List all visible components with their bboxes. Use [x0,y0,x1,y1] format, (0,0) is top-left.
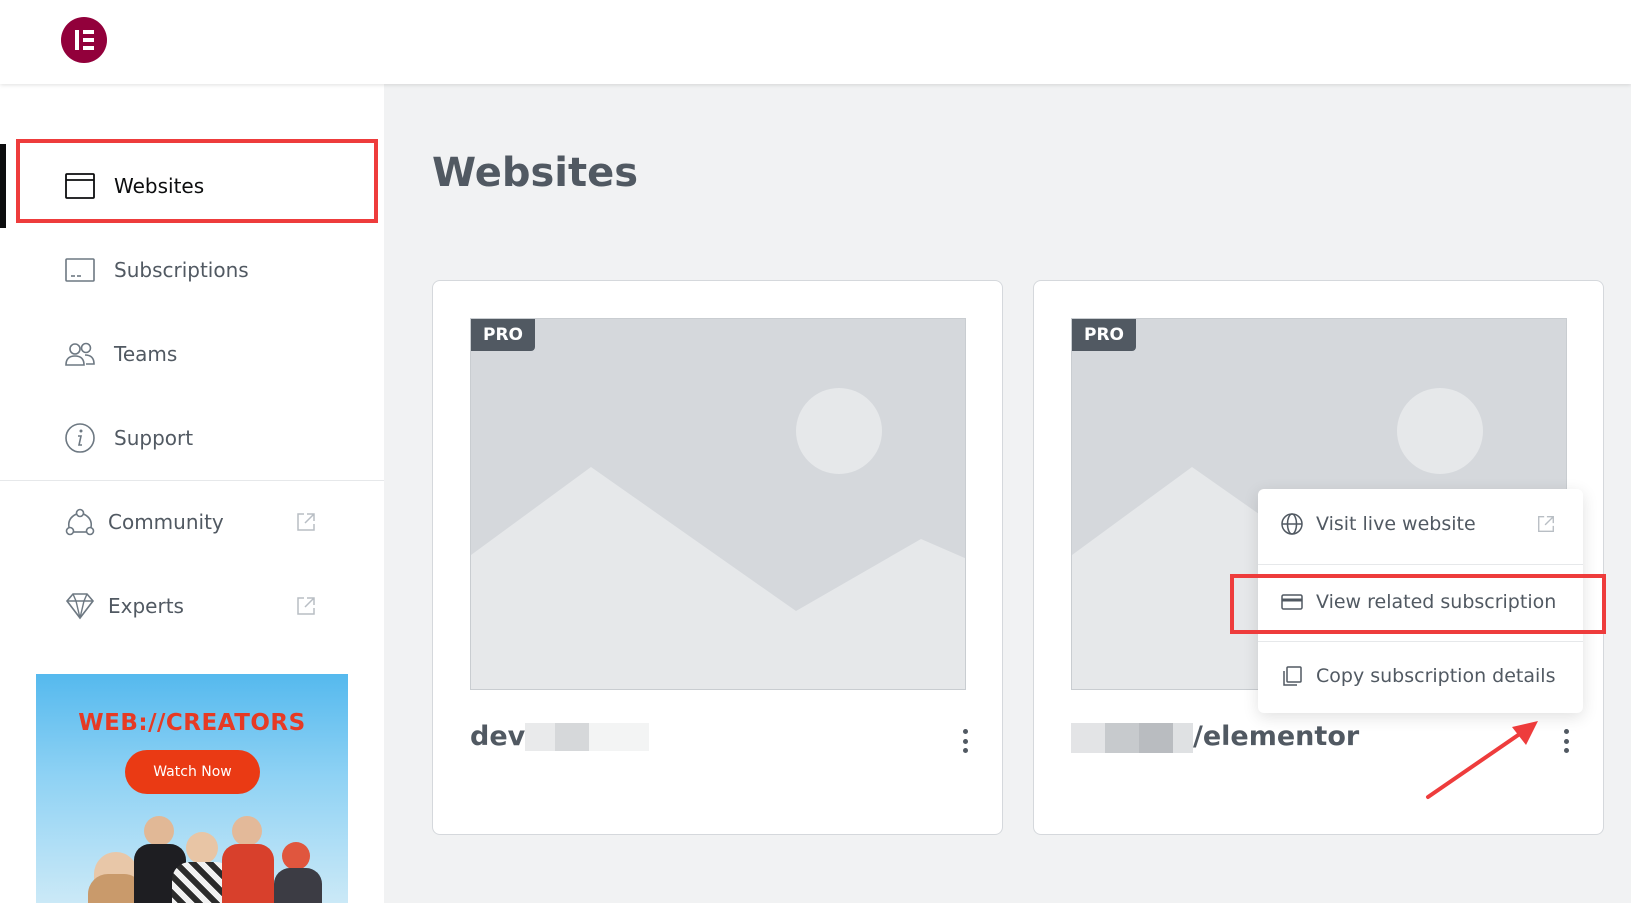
promo-person [222,844,274,903]
globe-icon [1281,513,1303,535]
more-options-icon[interactable] [955,723,975,759]
website-card[interactable]: PRO dev. [432,280,1003,835]
redacted-text [525,723,555,751]
promo-person [274,868,322,903]
external-link-icon [1538,516,1554,532]
pro-badge: PRO [471,319,536,351]
redacted-text [589,723,649,751]
promo-person [186,832,218,864]
promo-banner[interactable]: WEB://CREATORS Watch Now [36,674,348,903]
sidebar-item-label: Teams [114,342,178,366]
sidebar-item-label: Subscriptions [114,258,249,282]
card-icon [65,258,95,282]
annotation-arrow-icon [1426,721,1538,799]
watch-now-button[interactable]: Watch Now [125,750,260,794]
credit-card-icon [1281,594,1303,610]
sidebar-item-subscriptions[interactable]: Subscriptions [0,228,384,312]
website-thumbnail: PRO [470,318,966,690]
site-name[interactable]: /elementor [1193,721,1359,752]
promo-person [144,816,174,846]
sidebar: Websites Subscriptions Teams Support Com… [0,84,384,903]
redacted-text [1105,723,1139,753]
page-title: Websites [432,150,639,196]
menu-item-visit-live-website[interactable]: Visit live website [1258,489,1583,559]
redacted-text [1139,723,1173,753]
menu-divider [1258,564,1583,565]
promo-title: WEB://CREATORS [78,710,306,736]
community-icon [65,508,95,536]
external-link-icon [297,513,315,531]
menu-item-copy-subscription-details[interactable]: Copy subscription details [1258,641,1583,711]
sidebar-item-label: Experts [108,594,184,618]
context-menu: Visit live website View related subscrip… [1258,489,1583,713]
redacted-text [555,723,589,751]
copy-icon [1283,666,1302,686]
sidebar-item-teams[interactable]: Teams [0,312,384,396]
browser-window-icon [65,173,95,199]
more-options-icon[interactable] [1556,723,1576,759]
menu-item-view-related-subscription[interactable]: View related subscription [1258,567,1583,637]
top-bar [0,0,1631,84]
users-icon [65,342,95,366]
menu-item-label: Visit live website [1316,513,1476,535]
image-placeholder-icon [471,319,965,689]
menu-item-label: View related subscription [1316,591,1557,613]
redacted-text [1173,723,1193,753]
diamond-icon [65,593,95,620]
sidebar-item-websites[interactable]: Websites [0,144,384,228]
sidebar-item-label: Community [108,510,224,534]
pro-badge: PRO [1072,319,1137,351]
info-circle-icon [65,423,95,453]
promo-person [232,816,262,846]
sidebar-item-community[interactable]: Community [0,480,384,564]
menu-item-label: Copy subscription details [1316,665,1556,687]
site-name[interactable]: dev. [470,721,533,752]
sidebar-item-support[interactable]: Support [0,396,384,480]
promo-person [282,842,310,870]
sidebar-item-experts[interactable]: Experts [0,564,384,648]
sidebar-item-label: Support [114,426,194,450]
external-link-icon [297,597,315,615]
sidebar-item-label: Websites [114,174,205,198]
elementor-logo-icon[interactable] [61,17,107,63]
redacted-text [1071,723,1105,753]
